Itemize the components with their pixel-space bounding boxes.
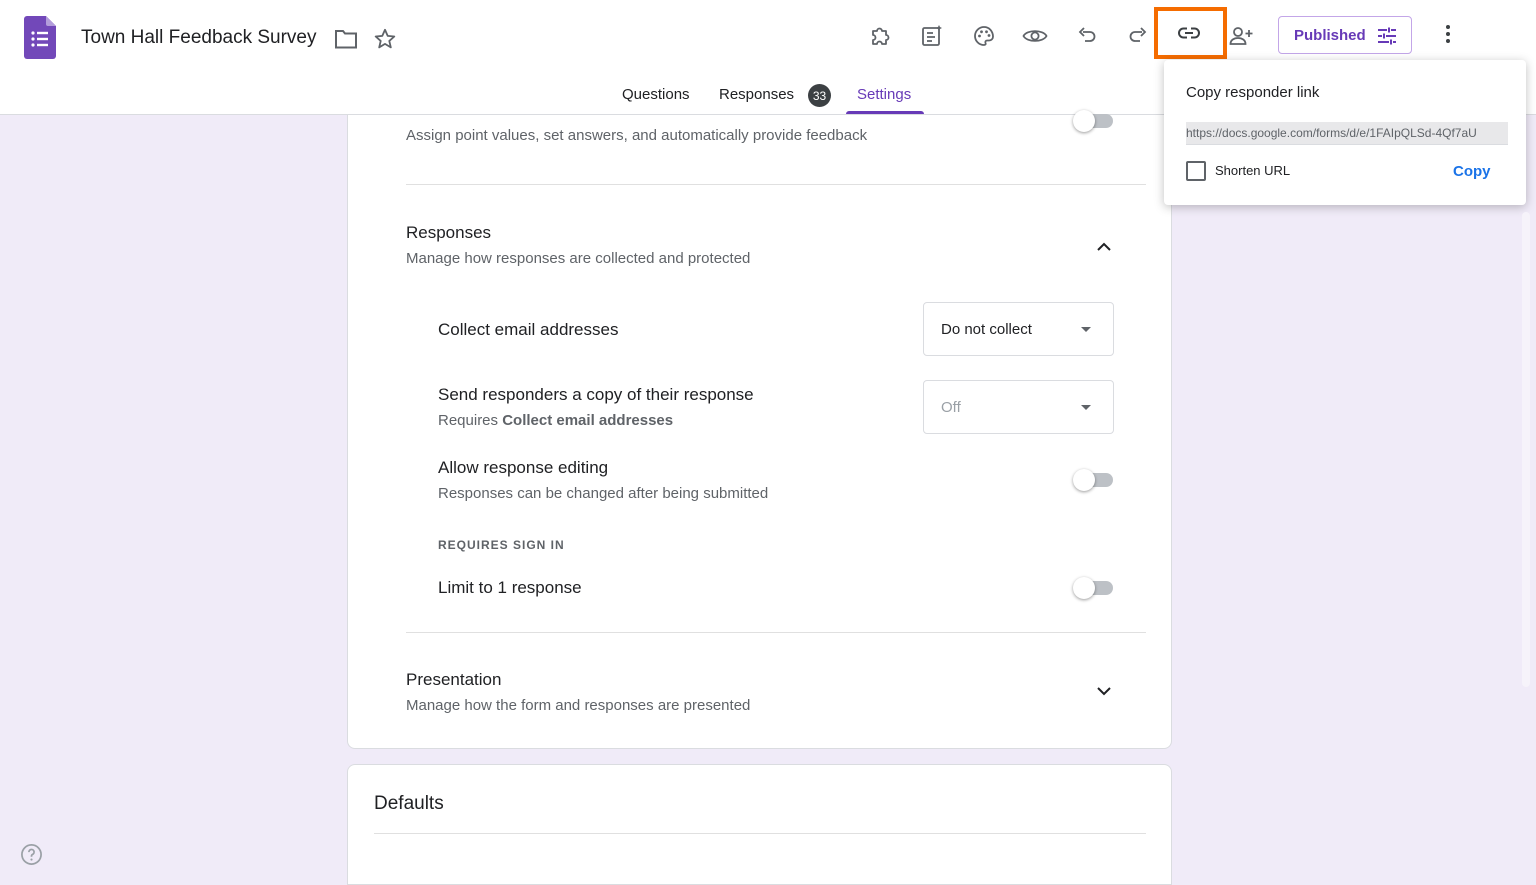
publish-settings-icon bbox=[1378, 27, 1396, 45]
shorten-url-label: Shorten URL bbox=[1215, 163, 1291, 178]
collect-email-value: Do not collect bbox=[941, 321, 1032, 338]
tab-questions[interactable]: Questions bbox=[622, 86, 690, 103]
copy-link-popup: Copy responder link Shorten URL bbox=[1164, 60, 1526, 205]
chevron-up-icon[interactable] bbox=[1092, 235, 1116, 259]
folder-icon[interactable] bbox=[334, 28, 358, 50]
divider bbox=[406, 184, 1146, 185]
settings-card: Assign point values, set answers, and au… bbox=[347, 110, 1172, 749]
tab-responses[interactable]: Responses bbox=[719, 86, 794, 103]
published-label: Published bbox=[1294, 26, 1366, 44]
divider bbox=[406, 632, 1146, 633]
chevron-down-icon[interactable] bbox=[1092, 679, 1116, 703]
forms-logo-icon[interactable] bbox=[24, 16, 56, 59]
more-options-icon[interactable] bbox=[1436, 22, 1460, 46]
limit-one-toggle[interactable] bbox=[1073, 577, 1113, 599]
presentation-section-title: Presentation bbox=[406, 670, 502, 689]
ai-summary-icon[interactable] bbox=[918, 22, 946, 50]
allow-editing-label: Allow response editing bbox=[438, 458, 609, 477]
divider bbox=[374, 833, 1146, 834]
allow-editing-subtitle: Responses can be changed after being sub… bbox=[438, 485, 769, 502]
send-copy-value: Off bbox=[941, 399, 961, 416]
active-tab-indicator bbox=[846, 111, 924, 114]
presentation-section-subtitle: Manage how the form and responses are pr… bbox=[406, 697, 751, 714]
requirement-bold: Collect email addresses bbox=[502, 412, 674, 429]
copy-button[interactable]: Copy bbox=[1453, 163, 1491, 180]
responses-section-subtitle: Manage how responses are collected and p… bbox=[406, 250, 751, 267]
dropdown-arrow-icon bbox=[1081, 405, 1091, 410]
dropdown-arrow-icon bbox=[1081, 327, 1091, 332]
help-icon[interactable] bbox=[20, 843, 43, 866]
send-copy-requirement: Requires Collect email addresses bbox=[438, 412, 673, 429]
preview-eye-icon[interactable] bbox=[1021, 22, 1049, 50]
redo-icon[interactable] bbox=[1124, 22, 1152, 50]
tab-settings[interactable]: Settings bbox=[857, 86, 911, 103]
requires-sign-in-heading: REQUIRES SIGN IN bbox=[438, 538, 565, 552]
scrollbar[interactable] bbox=[1522, 212, 1530, 687]
quiz-subtitle: Assign point values, set answers, and au… bbox=[406, 127, 868, 144]
defaults-section-title: Defaults bbox=[374, 793, 444, 814]
add-ons-icon[interactable] bbox=[867, 22, 895, 50]
requirement-prefix: Requires bbox=[438, 412, 503, 429]
undo-icon[interactable] bbox=[1073, 22, 1101, 50]
send-copy-select[interactable]: Off bbox=[923, 380, 1114, 434]
popup-title: Copy responder link bbox=[1186, 84, 1320, 101]
published-button[interactable]: Published bbox=[1278, 16, 1412, 54]
responder-link-field[interactable] bbox=[1186, 122, 1508, 145]
make-quiz-toggle[interactable] bbox=[1073, 110, 1113, 132]
defaults-card: Defaults bbox=[347, 764, 1172, 885]
collect-email-select[interactable]: Do not collect bbox=[923, 302, 1114, 356]
star-icon[interactable] bbox=[373, 27, 397, 51]
collect-email-label: Collect email addresses bbox=[438, 320, 619, 339]
responses-section-title: Responses bbox=[406, 223, 492, 242]
customize-theme-icon[interactable] bbox=[970, 22, 998, 50]
copy-link-highlight bbox=[1154, 7, 1227, 59]
send-copy-label: Send responders a copy of their response bbox=[438, 385, 754, 404]
shorten-url-checkbox[interactable] bbox=[1186, 161, 1206, 181]
responses-count-badge: 33 bbox=[808, 84, 831, 107]
document-title[interactable]: Town Hall Feedback Survey bbox=[81, 27, 317, 49]
limit-one-label: Limit to 1 response bbox=[438, 578, 582, 597]
add-collaborators-icon[interactable] bbox=[1227, 22, 1255, 50]
allow-editing-toggle[interactable] bbox=[1073, 469, 1113, 491]
